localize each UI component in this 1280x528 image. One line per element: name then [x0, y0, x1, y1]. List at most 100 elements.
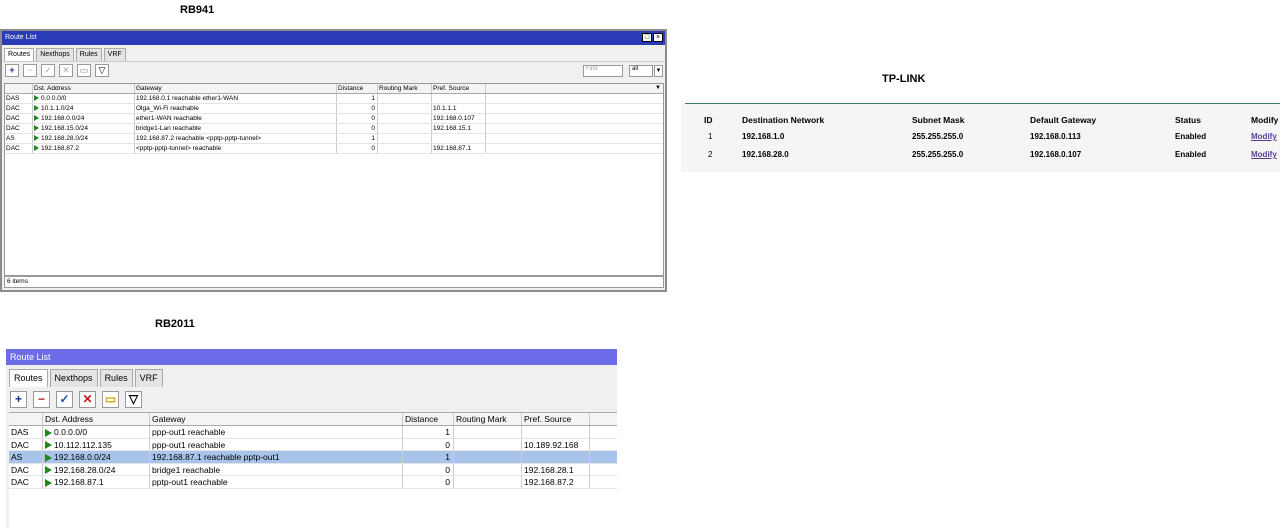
column-header-dst-address[interactable]: Dst. Address	[43, 413, 150, 425]
route-routing-mark	[378, 104, 432, 113]
tplink-row-subnet: 255.255.255.0	[912, 132, 964, 141]
column-header-distance[interactable]: Distance	[403, 413, 454, 425]
route-pref-source: 192.168.87.1	[432, 144, 486, 153]
route-gateway: Olga_Wi-Fi reachable	[135, 104, 337, 113]
tab-vrf[interactable]: VRF	[103, 48, 126, 61]
tplink-row-id: 2	[708, 150, 713, 159]
remove-icon[interactable]: −	[33, 390, 50, 408]
enable-icon[interactable]: ✓	[56, 390, 73, 408]
column-header-gateway[interactable]: Gateway	[150, 413, 403, 425]
route-pref-source: 192.168.15.1	[432, 124, 486, 133]
table-row[interactable]: DAC 192.168.87.2 <pptp-pptp-tunnel> reacha…	[5, 144, 663, 154]
table-row[interactable]: DAC 192.168.0.0/24 ether1-WAN reachable 0 19…	[5, 114, 663, 124]
tab-nexthops[interactable]: Nexthops	[49, 369, 98, 387]
route-flags-text: AS	[11, 452, 23, 462]
route-pref-source-text: 192.168.15.1	[433, 125, 471, 132]
maximize-icon[interactable]: □	[642, 33, 652, 42]
route-distance: 0	[337, 124, 378, 133]
route-flags-text: DAC	[11, 439, 29, 450]
rb941-titlebar: Route List □ ×	[2, 31, 665, 45]
route-distance: 0	[337, 144, 378, 153]
rb941-window-title: Route List	[5, 34, 37, 41]
column-header-routing-mark[interactable]: Routing Mark	[454, 413, 522, 425]
add-icon[interactable]: +	[10, 390, 27, 408]
route-flag-icon	[34, 125, 39, 132]
table-row[interactable]: DAC 192.168.28.0/24 bridge1 reachable 0 192.…	[9, 463, 617, 476]
rb2011-route-list-window: Route List Routes Nexthops Rules VRF + −…	[6, 349, 617, 528]
remove-icon[interactable]: −	[23, 64, 37, 77]
route-flags: DAS	[9, 426, 43, 438]
comment-icon[interactable]: ▭	[102, 390, 119, 408]
filter-icon[interactable]: ▽	[95, 64, 109, 77]
table-row[interactable]: AS 192.168.28.0/24 192.168.87.2 reachable …	[5, 134, 663, 144]
tab-vrf[interactable]: VRF	[134, 369, 163, 387]
find-input[interactable]: Find	[583, 65, 623, 77]
comment-icon[interactable]: ▭	[77, 64, 91, 77]
tab-routes[interactable]: Routes	[4, 48, 35, 61]
route-pref-source-text: 10.189.92.168	[524, 439, 579, 450]
route-routing-mark	[378, 144, 432, 153]
tplink-modify-link[interactable]: Modify	[1251, 150, 1277, 159]
route-distance-text: 1	[445, 427, 450, 437]
filter-select[interactable]: all	[629, 65, 653, 77]
column-menu-icon[interactable]: ▼	[655, 85, 661, 91]
column-header-flags[interactable]	[5, 84, 33, 93]
route-flags: DAC	[5, 114, 33, 123]
tplink-row-gateway: 192.168.0.113	[1030, 132, 1081, 141]
route-flags: DAC	[9, 463, 43, 475]
route-flags: DAC	[5, 124, 33, 133]
route-dst-address: 192.168.0.0/24	[43, 451, 150, 463]
chevron-down-icon[interactable]: ▾	[654, 65, 663, 77]
route-routing-mark	[454, 438, 522, 450]
table-row[interactable]: AS 192.168.0.0/24 192.168.87.1 reachable p…	[9, 451, 617, 464]
add-icon[interactable]: +	[5, 64, 19, 77]
disable-icon[interactable]: ✕	[79, 390, 96, 408]
close-icon[interactable]: ×	[653, 33, 663, 42]
route-dst-address-text: 0.0.0.0/0	[54, 427, 88, 437]
route-routing-mark	[454, 451, 522, 463]
enable-icon[interactable]: ✓	[41, 64, 55, 77]
route-dst-address-text: 192.168.87.1	[54, 477, 104, 487]
filter-icon[interactable]: ▽	[125, 390, 142, 408]
route-routing-mark	[378, 134, 432, 143]
tab-rules[interactable]: Rules	[75, 48, 102, 61]
tplink-row-status: Enabled	[1175, 150, 1207, 159]
disable-icon[interactable]: ✕	[59, 64, 73, 77]
tab-rules[interactable]: Rules	[99, 369, 133, 387]
route-routing-mark	[454, 426, 522, 438]
tplink-heading: TP-LINK	[882, 73, 926, 85]
column-header-dst-address[interactable]: Dst. Address	[33, 84, 135, 93]
table-row[interactable]: DAC 10.1.1.0/24 Olga_Wi-Fi reachable 0 10.1.…	[5, 104, 663, 114]
table-row[interactable]: DAC 10.112.112.135 ppp-out1 reachable 0 10.1…	[9, 438, 617, 451]
column-header-distance[interactable]: Distance	[337, 84, 378, 93]
route-gateway-text: bridge1 reachable	[152, 464, 221, 475]
route-distance-text: 0	[445, 439, 450, 450]
tplink-modify-link[interactable]: Modify	[1251, 132, 1277, 141]
route-gateway: ether1-WAN reachable	[135, 114, 337, 123]
route-pref-source	[522, 426, 590, 438]
column-header-routing-mark[interactable]: Routing Mark	[378, 84, 432, 93]
table-row[interactable]: DAC 192.168.15.0/24 bridge1-Lan reachable 0…	[5, 124, 663, 134]
table-row[interactable]: DAC 192.168.87.1 pptp-out1 reachable 0 192.1…	[9, 476, 617, 489]
tplink-row-subnet: 255.255.255.0	[912, 150, 964, 159]
column-header-pref-source[interactable]: Pref. Source	[522, 413, 590, 425]
column-header-gateway[interactable]: Gateway	[135, 84, 337, 93]
route-pref-source-text: 192.168.87.1	[433, 145, 471, 152]
column-header-flags[interactable]	[9, 413, 43, 425]
route-pref-source: 192.168.0.107	[432, 114, 486, 123]
table-row[interactable]: DAS 0.0.0.0/0 ppp-out1 reachable 1	[9, 426, 617, 439]
route-dst-address: 10.1.1.0/24	[33, 104, 135, 113]
route-dst-address: 192.168.87.1	[43, 476, 150, 488]
route-distance: 0	[403, 463, 454, 475]
tab-routes[interactable]: Routes	[9, 369, 48, 387]
route-gateway: bridge1 reachable	[150, 463, 403, 475]
route-flag-icon	[45, 428, 52, 437]
route-flags-text: DAS	[6, 95, 20, 102]
route-pref-source: 192.168.87.2	[522, 476, 590, 488]
table-row[interactable]: DAS 0.0.0.0/0 192.168.0.1 reachable ether1…	[5, 94, 663, 104]
table-header: Dst. Address Gateway Distance Routing Ma…	[9, 412, 617, 426]
route-flags: DAC	[9, 476, 43, 488]
column-header-pref-source[interactable]: Pref. Source	[432, 84, 486, 93]
tab-nexthops[interactable]: Nexthops	[36, 48, 74, 61]
route-dst-address-text: 192.168.28.0/24	[41, 135, 88, 142]
